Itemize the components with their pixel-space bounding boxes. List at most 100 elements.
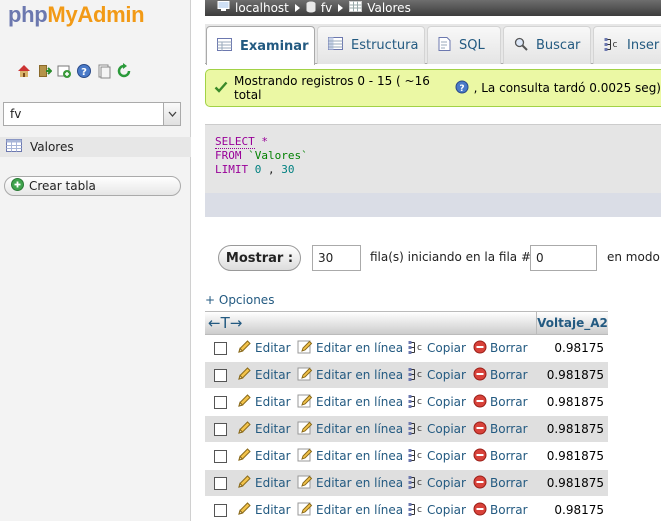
table-row: Editar Editar en línea c Copiar Borrar 0… [205,470,608,497]
documentation-icon[interactable] [95,62,113,80]
delete-icon [473,421,487,438]
table-row: Editar Editar en línea c Copiar Borrar 0… [205,362,608,389]
create-table-button[interactable]: Crear tabla [4,176,181,196]
row-checkbox[interactable] [214,449,227,463]
tab-examinar-label: Examinar [240,38,309,54]
pencil-icon [236,339,252,358]
options-link[interactable]: + Opciones [205,293,274,307]
row-checkbox[interactable] [214,341,227,355]
inline-edit-link[interactable]: Editar en línea [297,339,408,358]
edit-link[interactable]: Editar [236,447,297,466]
rows-count-input[interactable]: 30 [312,245,361,271]
tab-sql[interactable]: SQL [427,26,501,64]
edit-link[interactable]: Editar [236,366,297,385]
search-icon [514,37,528,55]
sidebar-table-name[interactable]: Valores [30,140,74,154]
inline-edit-link[interactable]: Editar en línea [297,393,408,412]
delete-icon [473,367,487,384]
edit-link[interactable]: Editar [236,339,297,358]
copy-link[interactable]: c Copiar [408,366,473,385]
copy-link[interactable]: c Copiar [408,447,473,466]
delete-link[interactable]: Borrar [473,421,528,438]
delete-label: Borrar [490,449,528,463]
edit-link[interactable]: Editar [236,393,297,412]
tab-buscar[interactable]: Buscar [503,26,591,64]
tab-insertar[interactable]: c Inser [593,26,661,64]
edit-link[interactable]: Editar [236,474,297,493]
browse-icon [217,37,232,55]
tab-estructura-label: Estructura [351,38,419,53]
database-icon [306,1,316,16]
home-icon[interactable] [15,62,33,80]
inline-edit-icon [297,339,313,358]
sql-window-icon[interactable] [55,62,73,80]
inline-edit-link[interactable]: Editar en línea [297,366,408,385]
breadcrumb-table[interactable]: Valores [349,1,411,15]
inline-edit-link[interactable]: Editar en línea [297,420,408,439]
create-table-label: Crear tabla [29,179,96,193]
edit-link[interactable]: Editar [236,420,297,439]
tab-insertar-label: Inser [627,38,660,53]
chevron-down-icon[interactable] [163,103,180,125]
copy-label: Copiar [427,395,466,409]
message-timing-text: , La consulta tardó 0.0025 seg) [473,81,661,95]
column-header-voltaje-a2[interactable]: Voltaje_A2 [536,312,608,334]
delete-label: Borrar [490,368,528,382]
row-checkbox[interactable] [214,422,227,436]
start-row-input[interactable]: 0 [530,245,597,271]
inline-edit-icon [297,366,313,385]
sql-select-rest: * [254,135,268,148]
inline-edit-link[interactable]: Editar en línea [297,447,408,466]
copy-link[interactable]: c Copiar [408,393,473,412]
row-checkbox[interactable] [214,395,227,409]
help-icon[interactable]: ? [455,80,469,97]
delete-icon [473,502,487,519]
copy-row-icon: c [408,474,424,493]
copy-link[interactable]: c Copiar [408,339,473,358]
inline-edit-label: Editar en línea [316,341,404,355]
results-table-body: Editar Editar en línea c Copiar Borrar 0… [205,335,608,521]
svg-text:c: c [417,397,422,407]
inline-edit-label: Editar en línea [316,476,404,490]
row-checkbox[interactable] [214,368,227,382]
delete-link[interactable]: Borrar [473,367,528,384]
voltaje-a2-cell: 0.981875 [546,476,604,490]
copy-link[interactable]: c Copiar [408,501,473,520]
sql-keyword-from: FROM [215,149,242,162]
breadcrumb-separator-icon [338,4,344,12]
delete-icon [473,340,487,357]
delete-link[interactable]: Borrar [473,475,528,492]
table-icon [349,1,363,15]
reload-icon[interactable] [115,62,133,80]
inline-edit-link[interactable]: Editar en línea [297,474,408,493]
delete-link[interactable]: Borrar [473,448,528,465]
inline-edit-link[interactable]: Editar en línea [297,501,408,520]
tab-estructura[interactable]: Estructura [317,26,425,64]
sidebar-item-table[interactable]: Valores [0,137,191,157]
breadcrumb-server[interactable]: localhost [217,1,289,15]
copy-link[interactable]: c Copiar [408,420,473,439]
delete-link[interactable]: Borrar [473,502,528,519]
breadcrumb-database[interactable]: fv [306,1,332,16]
show-button[interactable]: Mostrar : [218,245,301,271]
table-icon[interactable] [6,139,22,155]
inline-edit-label: Editar en línea [316,449,404,463]
delete-link[interactable]: Borrar [473,340,528,357]
delete-icon [473,448,487,465]
copy-link[interactable]: c Copiar [408,474,473,493]
row-checkbox[interactable] [214,503,227,517]
sql-keyword-select[interactable]: SELECT [215,135,255,149]
column-sort-arrows[interactable]: ←T→ [205,312,536,334]
row-checkbox[interactable] [214,476,227,490]
sql-limit-count: 30 [281,163,295,176]
database-select[interactable]: fv [3,102,181,126]
exit-icon[interactable] [35,62,53,80]
pencil-icon [236,474,252,493]
delete-link[interactable]: Borrar [473,394,528,411]
tab-examinar[interactable]: Examinar [206,26,315,65]
phpmyadmin-logo[interactable]: phpMyAdmin [8,2,145,28]
svg-text:c: c [417,370,422,380]
copy-row-icon: c [408,339,424,358]
edit-link[interactable]: Editar [236,501,297,520]
help-icon[interactable]: ? [75,62,93,80]
